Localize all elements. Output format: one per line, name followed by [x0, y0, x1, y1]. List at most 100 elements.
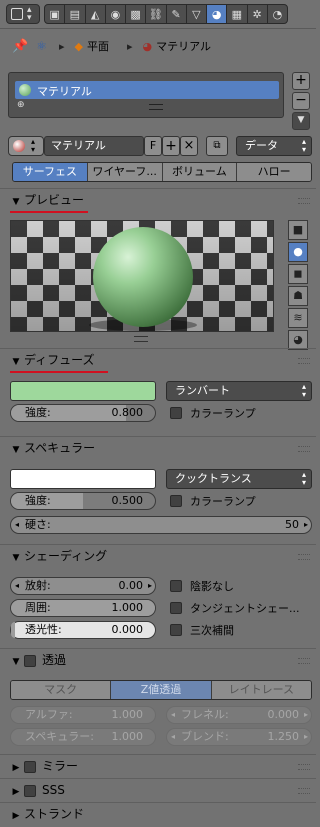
- checkbox-label: カラーランプ: [190, 495, 256, 508]
- scene-context-icon[interactable]: ◭: [86, 5, 106, 23]
- link-mode-dropdown[interactable]: データ ▴ ▾: [236, 136, 312, 156]
- editor-type-icon: [11, 8, 23, 20]
- field-value: 50: [285, 518, 299, 531]
- panel-sss-title: SSS: [42, 783, 65, 797]
- transparency-specular-slider[interactable]: スペキュラー: 1.000: [10, 728, 156, 746]
- tab-raytrace[interactable]: レイトレース: [211, 681, 311, 699]
- remove-slot-button[interactable]: −: [292, 92, 310, 110]
- add-slot-button[interactable]: +: [292, 72, 310, 90]
- panel-mirror-header[interactable]: ▶ ミラー: [0, 754, 316, 777]
- preview-sphere-icon[interactable]: ●: [288, 242, 308, 262]
- data-context-icon[interactable]: ▽: [187, 5, 207, 23]
- tab-halo[interactable]: ハロー: [237, 163, 311, 181]
- panel-strand-header[interactable]: ▶ ストランド: [0, 802, 316, 825]
- mirror-enable-checkbox[interactable]: [24, 760, 36, 773]
- diffuse-shader-dropdown[interactable]: ランバート ▴ ▾: [166, 381, 312, 401]
- increment-arrow-icon[interactable]: ▸: [304, 729, 308, 745]
- list-add-icon[interactable]: ⊕: [17, 100, 25, 110]
- slider-value: 0.800: [111, 406, 144, 419]
- copy-material-button[interactable]: ⧉: [206, 136, 228, 156]
- panel-drag-grip[interactable]: [298, 554, 310, 560]
- preview-sky-icon[interactable]: ◕: [288, 330, 308, 350]
- physics-context-icon[interactable]: ◔: [268, 5, 287, 23]
- texture-context-icon[interactable]: ▦: [227, 5, 248, 23]
- tab-mask[interactable]: マスク: [11, 681, 112, 699]
- hardness-field[interactable]: ◂ 硬さ: 50 ▸: [10, 516, 312, 534]
- constraint-context-icon[interactable]: ⛓: [146, 5, 167, 23]
- expanded-triangle-icon: ▼: [12, 357, 20, 367]
- blend-field[interactable]: ◂ ブレンド: 1.250 ▸: [166, 728, 312, 746]
- alpha-slider[interactable]: アルファ: 1.000: [10, 706, 156, 724]
- panel-transparency-header[interactable]: ▼ 透過: [0, 648, 316, 671]
- unlink-material-button[interactable]: ×: [180, 136, 198, 156]
- tab-volume[interactable]: ボリューム: [162, 163, 238, 181]
- increment-arrow-icon[interactable]: ▸: [148, 578, 152, 594]
- material-slot-item[interactable]: マテリアル: [15, 81, 279, 99]
- checkbox[interactable]: [170, 495, 182, 507]
- tab-wire[interactable]: ワイヤーフ...: [87, 163, 163, 181]
- translucency-slider[interactable]: 透光性: 0.000: [10, 621, 156, 639]
- decrement-arrow-icon[interactable]: ◂: [171, 729, 175, 745]
- preview-hair-icon[interactable]: ≋: [288, 308, 308, 328]
- specular-shader-dropdown[interactable]: クックトランス ▴ ▾: [166, 469, 312, 489]
- material-context-icon[interactable]: ◕: [207, 5, 228, 23]
- checkbox[interactable]: [170, 580, 182, 592]
- browse-material-button[interactable]: ▴ ▾: [8, 136, 44, 156]
- panel-specular-header[interactable]: ▼ スペキュラー: [0, 436, 316, 459]
- diffuse-color-swatch[interactable]: [10, 381, 156, 401]
- panel-drag-grip[interactable]: [298, 446, 310, 452]
- panel-diffuse-header[interactable]: ▼ ディフューズ: [0, 348, 316, 371]
- specular-intensity-slider[interactable]: 強度: 0.500: [10, 492, 156, 510]
- preview-type-buttons: ■ ● ◼ ☗ ≋ ◕: [288, 220, 308, 350]
- diffuse-intensity-slider[interactable]: 強度: 0.800: [10, 404, 156, 422]
- panel-drag-grip[interactable]: [298, 198, 310, 204]
- tab-z-transparency[interactable]: Z値透過: [111, 681, 212, 699]
- object-context-icon[interactable]: ▩: [126, 5, 147, 23]
- tab-surface[interactable]: サーフェス: [13, 163, 88, 181]
- tangent-shading-toggle[interactable]: タンジェントシェー...: [170, 599, 300, 617]
- preview-resize-grip[interactable]: [134, 336, 148, 342]
- world-context-icon[interactable]: ◉: [106, 5, 126, 23]
- checkbox[interactable]: [170, 407, 182, 419]
- render-layers-icon[interactable]: ▤: [65, 5, 86, 23]
- specular-color-swatch[interactable]: [10, 469, 156, 489]
- fresnel-field[interactable]: ◂ フレネル: 0.000 ▸: [166, 706, 312, 724]
- specular-ramp-toggle[interactable]: カラーランプ: [170, 492, 256, 510]
- material-name-field[interactable]: マテリアル: [44, 136, 144, 156]
- preview-flat-icon[interactable]: ■: [288, 220, 308, 240]
- increment-arrow-icon[interactable]: ▸: [304, 517, 308, 533]
- panel-drag-grip[interactable]: [298, 358, 310, 364]
- checkbox[interactable]: [170, 624, 182, 636]
- render-context-icon[interactable]: ▣: [45, 5, 66, 23]
- pin-icon[interactable]: 📌: [12, 39, 28, 54]
- panel-drag-grip[interactable]: [298, 658, 310, 664]
- panel-preview-header[interactable]: ▼ プレビュー: [0, 188, 316, 211]
- material-slot-list: マテリアル ⊕: [8, 72, 284, 118]
- panel-sss-header[interactable]: ▶ SSS: [0, 778, 316, 801]
- panel-shading-header[interactable]: ▼ シェーディング: [0, 544, 316, 567]
- panel-drag-grip[interactable]: [298, 788, 310, 794]
- modifier-context-icon[interactable]: ✎: [167, 5, 187, 23]
- preview-cube-icon[interactable]: ◼: [288, 264, 308, 284]
- slot-menu-button[interactable]: ▼: [292, 112, 310, 130]
- list-resize-grip[interactable]: [149, 104, 163, 110]
- preview-monkey-icon[interactable]: ☗: [288, 286, 308, 306]
- emit-field[interactable]: ◂ 放射: 0.00 ▸: [10, 577, 156, 595]
- fake-user-button[interactable]: F: [144, 136, 162, 156]
- diffuse-ramp-toggle[interactable]: カラーランプ: [170, 404, 256, 422]
- checkbox[interactable]: [170, 602, 182, 614]
- sss-enable-checkbox[interactable]: [24, 784, 36, 797]
- panel-drag-grip[interactable]: [298, 764, 310, 770]
- editor-type-button[interactable]: ▴ ▾: [6, 4, 40, 24]
- particles-context-icon[interactable]: ✲: [248, 5, 268, 23]
- increment-arrow-icon[interactable]: ▸: [304, 707, 308, 723]
- decrement-arrow-icon[interactable]: ◂: [171, 707, 175, 723]
- slider-label: 周囲:: [25, 601, 51, 614]
- shadeless-toggle[interactable]: 陰影なし: [170, 577, 234, 595]
- ambient-slider[interactable]: 周囲: 1.000: [10, 599, 156, 617]
- decrement-arrow-icon[interactable]: ◂: [15, 578, 19, 594]
- decrement-arrow-icon[interactable]: ◂: [15, 517, 19, 533]
- new-material-button[interactable]: +: [162, 136, 180, 156]
- transparency-enable-checkbox[interactable]: [24, 654, 36, 667]
- cubic-interpolation-toggle[interactable]: 三次補間: [170, 621, 234, 639]
